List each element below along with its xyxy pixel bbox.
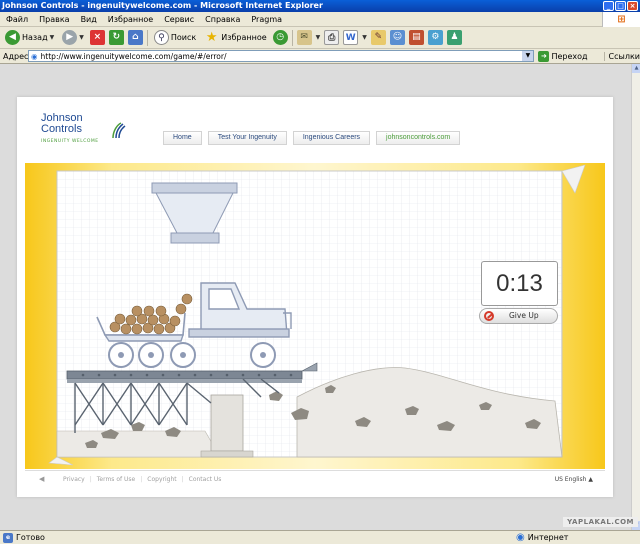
footer-separator: | [181, 475, 184, 483]
edit-dropdown-icon[interactable]: ▼ [362, 34, 367, 41]
footer-contact-link[interactable]: Contact Us [189, 476, 222, 483]
search-button[interactable]: ⚲ Поиск [152, 29, 198, 47]
scroll-up-icon[interactable]: ▲ [632, 64, 640, 73]
paper-curl-top-right [561, 164, 586, 194]
address-label: Адрес [3, 51, 29, 61]
paper-curl-bottom-left [48, 456, 74, 466]
logo-tagline: INGENUITY WELCOME [41, 139, 99, 144]
logo-line-2: Controls [41, 123, 82, 135]
maximize-button[interactable]: □ [615, 1, 626, 11]
site-footer: ◀ Privacy | Terms of Use | Copyright | C… [25, 470, 605, 487]
toolbar-separator [291, 29, 293, 46]
windows-logo-icon: ⊞ [602, 12, 640, 27]
bridge-pillar [210, 394, 244, 452]
footer-terms-link[interactable]: Terms of Use [97, 476, 135, 483]
footer-privacy-link[interactable]: Privacy [63, 476, 85, 483]
search-icon: ⚲ [153, 30, 169, 45]
status-zone: ◉ Интернет [516, 532, 568, 543]
toolbar-separator [146, 29, 148, 46]
go-label: Переход [551, 51, 588, 61]
users-icon[interactable]: ♟ [446, 30, 462, 45]
links-toolbar[interactable]: Ссылки [603, 51, 640, 61]
no-entry-icon [484, 311, 494, 321]
history-icon[interactable]: ◷ [272, 30, 288, 45]
tool-icon[interactable]: ⚙ [427, 30, 443, 45]
menu-item-edit[interactable]: Правка [39, 12, 69, 27]
star-icon: ★ [205, 30, 218, 45]
go-arrow-icon: ➜ [538, 50, 550, 62]
status-ready: e Готово [0, 532, 480, 543]
back-arrow-icon: ◀ [5, 30, 20, 45]
discuss-icon[interactable]: ✎ [370, 30, 386, 45]
window-controls: _ □ × [603, 1, 638, 11]
nav-home[interactable]: Home [163, 131, 202, 145]
menu-bar: Файл Правка Вид Избранное Сервис Справка… [0, 12, 640, 27]
menu-item-file[interactable]: Файл [6, 12, 28, 27]
give-up-button[interactable]: Give Up [479, 308, 558, 324]
back-dropdown-icon[interactable]: ▼ [50, 34, 55, 41]
footer-separator: | [89, 475, 92, 483]
research-icon[interactable]: ▤ [408, 30, 424, 45]
johnson-controls-logo[interactable]: Johnson Controls INGENUITY WELCOME [41, 113, 126, 144]
speaker-icon[interactable]: ◀ [39, 475, 49, 483]
page-icon: ◉ [31, 51, 38, 61]
search-label: Поиск [170, 33, 197, 42]
home-icon[interactable]: ⌂ [127, 30, 143, 45]
globe-icon: ◉ [516, 532, 525, 543]
mail-icon[interactable]: ✉ [296, 30, 312, 45]
page-done-icon: e [3, 532, 13, 543]
address-input[interactable]: ◉ http://www.ingenuitywelcome.com/game/#… [28, 50, 535, 62]
menu-item-favorites[interactable]: Избранное [108, 12, 153, 27]
forward-arrow-icon: ▶ [62, 30, 78, 45]
status-bar: YAPLAKAL.COM e Готово ◉ Интернет [0, 517, 640, 544]
address-url: http://www.ingenuitywelcome.com/game/#/e… [40, 51, 227, 61]
status-zone-text: Интернет [527, 533, 569, 542]
edit-icon[interactable]: W [343, 30, 359, 45]
favorites-label: Избранное [221, 33, 267, 42]
menu-item-view[interactable]: Вид [81, 12, 97, 27]
menu-item-help[interactable]: Справка [205, 12, 240, 27]
close-button[interactable]: × [627, 1, 638, 11]
status-ready-text: Готово [16, 533, 45, 542]
logo-mark-icon [112, 122, 126, 139]
print-icon[interactable]: ⎙ [324, 30, 340, 45]
forward-dropdown-icon[interactable]: ▼ [79, 34, 84, 41]
menu-item-tools[interactable]: Сервис [164, 12, 194, 27]
footer-copyright-link[interactable]: Copyright [147, 476, 176, 483]
window-title: Johnson Controls - ingenuitywelcome.com … [2, 1, 323, 10]
minimize-button[interactable]: _ [603, 1, 614, 11]
address-bar: Адрес ◉ http://www.ingenuitywelcome.com/… [0, 49, 640, 64]
menu-item-pragma[interactable]: Pragma [251, 12, 282, 27]
ground-left [56, 430, 221, 458]
refresh-icon[interactable]: ↻ [108, 30, 124, 45]
toolbar: ◀ Назад ▼ ▶ ▼ × ↻ ⌂ ⚲ Поиск ★ Избранное … [0, 27, 640, 49]
back-button[interactable]: ◀ Назад ▼ [3, 29, 56, 47]
nav-ingenious-careers[interactable]: Ingenious Careers [292, 131, 371, 145]
give-up-label: Give Up [509, 311, 539, 320]
stop-icon[interactable]: × [89, 30, 105, 45]
forward-button[interactable]: ▶ ▼ [60, 29, 86, 47]
site-page: Johnson Controls INGENUITY WELCOME Home … [17, 97, 613, 497]
footer-separator: | [140, 475, 143, 483]
site-nav: Home Test Your Ingenuity Ingenious Caree… [163, 131, 461, 145]
page-viewport: Johnson Controls INGENUITY WELCOME Home … [0, 64, 631, 530]
go-button[interactable]: ➜ Переход [538, 50, 588, 62]
game-area: 0:13 Give Up [25, 163, 605, 469]
window-title-bar: Johnson Controls - ingenuitywelcome.com … [0, 0, 640, 12]
favorites-button[interactable]: ★ Избранное [202, 29, 268, 47]
language-selector[interactable]: US English ▲ [555, 476, 593, 483]
nav-johnsoncontrols-com[interactable]: johnsoncontrols.com [376, 131, 461, 145]
messenger-icon[interactable]: ☺ [389, 30, 405, 45]
vertical-scrollbar[interactable]: ▲ ▼ [631, 64, 640, 530]
nav-test-your-ingenuity[interactable]: Test Your Ingenuity [207, 131, 287, 145]
watermark: YAPLAKAL.COM [563, 517, 638, 527]
countdown-timer: 0:13 [481, 261, 558, 306]
address-dropdown-icon[interactable]: ▼ [522, 51, 534, 61]
mail-dropdown-icon[interactable]: ▼ [316, 34, 321, 41]
back-label: Назад [22, 33, 48, 42]
